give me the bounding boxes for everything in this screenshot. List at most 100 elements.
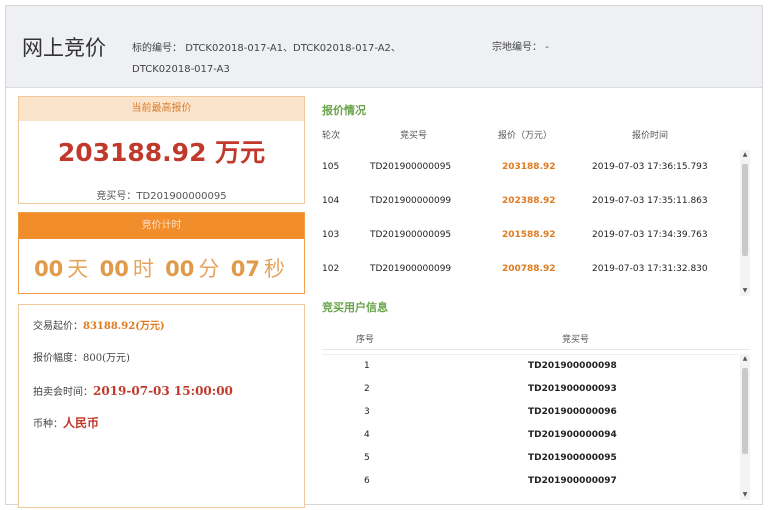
scroll-down-icon[interactable]: ▼	[740, 490, 750, 500]
scroll-down-icon[interactable]: ▼	[740, 286, 750, 296]
auction-time-label: 拍卖会时间：	[33, 387, 93, 398]
buyer-index: 4	[364, 430, 370, 440]
currency-value: 人民币	[63, 416, 100, 430]
bids-table-body[interactable]: 105 TD201900000095 203188.92 2019-07-03 …	[322, 150, 742, 296]
buyers-table-header: 序号 竞买号	[322, 328, 750, 350]
land-label: 宗地编号：	[492, 42, 542, 53]
auction-time-row: 拍卖会时间：2019-07-03 15:00:00	[33, 383, 290, 415]
bid-time: 2019-07-03 17:31:32.830	[592, 264, 708, 274]
subject-value-line2: DTCK02018-017-A3	[132, 64, 230, 75]
start-price-unit: (万元)	[135, 321, 165, 332]
start-price-label: 交易起价：	[33, 321, 83, 332]
bid-time: 2019-07-03 17:36:15.793	[592, 162, 708, 172]
scroll-up-icon[interactable]: ▲	[740, 354, 750, 364]
countdown-panel: 竞价计时 00 天 00 时 00 分 07 秒	[18, 212, 305, 294]
col-buyer-id: 竞买号	[562, 335, 590, 345]
buyer-id: TD201900000093	[528, 384, 617, 394]
current-highest-bid-panel: 当前最高报价 203188.92 万元 竞买号：TD201900000095	[18, 96, 305, 204]
buyers-scrollbar[interactable]: ▲ ▼	[740, 354, 750, 500]
bid-buyer: TD201900000095	[370, 230, 452, 240]
scrollbar-thumb[interactable]	[742, 368, 748, 454]
currency-label: 币种：	[33, 419, 63, 430]
bids-section-title: 报价情况	[322, 104, 366, 117]
table-row: 104 TD201900000099 202388.92 2019-07-03 …	[322, 184, 742, 218]
buyer-id: TD201900000095	[528, 453, 617, 463]
buyers-table-body[interactable]: 1 TD201900000098 2 TD201900000093 3 TD20190…	[322, 354, 738, 500]
bid-price: 200788.92	[502, 264, 556, 274]
subject-value-line1: DTCK02018-017-A1、DTCK02018-017-A2、	[185, 43, 401, 54]
col-buyer: 竞买号	[400, 131, 428, 141]
current-bid-heading: 当前最高报价	[19, 97, 304, 121]
bid-round: 104	[322, 196, 340, 206]
bid-round: 103	[322, 230, 340, 240]
table-row: 102 TD201900000099 200788.92 2019-07-03 …	[322, 252, 742, 286]
buyer-index: 1	[364, 361, 370, 371]
buyer-id: TD201900000096	[528, 407, 617, 417]
buyer-index: 2	[364, 384, 370, 394]
buyer-id: TD201900000098	[528, 361, 617, 371]
bid-step-row: 报价幅度：800(万元)	[33, 351, 290, 383]
countdown-heading: 竞价计时	[19, 213, 304, 239]
table-row: 6 TD201900000097	[322, 470, 738, 493]
bid-buyer: TD201900000099	[370, 196, 452, 206]
table-row: 103 TD201900000095 201588.92 2019-07-03 …	[322, 218, 742, 252]
minutes-unit: 分	[198, 257, 220, 281]
current-bid-price: 203188.92 万元	[57, 138, 266, 167]
hours-unit: 时	[132, 257, 154, 281]
scrollbar-thumb[interactable]	[742, 164, 748, 256]
table-row: 2 TD201900000093	[322, 378, 738, 401]
buyer-label: 竞买号：	[96, 191, 137, 202]
buyer-id: TD201900000094	[528, 430, 617, 440]
buyer-index: 6	[364, 476, 370, 486]
bid-buyer: TD201900000095	[370, 162, 452, 172]
subject-number: 标的编号： DTCK02018-017-A1、DTCK02018-017-A2、…	[132, 38, 492, 80]
bid-price: 202388.92	[502, 196, 556, 206]
buyer-id: TD201900000097	[528, 476, 617, 486]
bid-buyer: TD201900000099	[370, 264, 452, 274]
currency-row: 币种：人民币	[33, 415, 290, 447]
start-price-row: 交易起价：83188.92(万元)	[33, 319, 290, 351]
land-number: 宗地编号： -	[492, 38, 549, 53]
table-row: 4 TD201900000094	[322, 424, 738, 447]
bid-round: 105	[322, 162, 340, 172]
buyer-value: TD201900000095	[136, 191, 227, 202]
bid-step-unit: (万元)	[102, 353, 130, 364]
buyer-index: 3	[364, 407, 370, 417]
auction-info-panel: 交易起价：83188.92(万元) 报价幅度：800(万元) 拍卖会时间：201…	[18, 304, 305, 508]
bid-time: 2019-07-03 17:34:39.763	[592, 230, 708, 240]
start-price-value: 83188.92	[83, 321, 136, 332]
countdown-timer: 00 天 00 时 00 分 07 秒	[19, 253, 304, 283]
table-row: 105 TD201900000095 203188.92 2019-07-03 …	[322, 150, 742, 184]
buyer-index: 5	[364, 453, 370, 463]
current-bid-buyer: 竞买号：TD201900000095	[19, 187, 304, 202]
hours-value: 00	[99, 257, 129, 281]
days-unit: 天	[67, 257, 89, 281]
seconds-unit: 秒	[263, 257, 285, 281]
page-header: 网上竞价 标的编号： DTCK02018-017-A1、DTCK02018-01…	[6, 6, 762, 88]
table-row: 5 TD201900000095	[322, 447, 738, 470]
bids-scrollbar[interactable]: ▲ ▼	[740, 150, 750, 296]
buyers-section-title: 竞买用户信息	[322, 301, 388, 314]
table-row: 3 TD201900000096	[322, 401, 738, 424]
col-price: 报价（万元）	[498, 131, 553, 141]
bid-round: 102	[322, 264, 340, 274]
col-round: 轮次	[322, 131, 341, 141]
bid-price: 201588.92	[502, 230, 556, 240]
bid-step-value: 800	[83, 353, 103, 364]
bid-time: 2019-07-03 17:35:11.863	[592, 196, 708, 206]
scroll-up-icon[interactable]: ▲	[740, 150, 750, 160]
col-time: 报价时间	[632, 131, 669, 141]
days-value: 00	[34, 257, 64, 281]
bids-table-header: 轮次 竞买号 报价（万元） 报价时间	[322, 128, 750, 148]
page-title: 网上竞价	[22, 36, 106, 60]
auction-window: 网上竞价 标的编号： DTCK02018-017-A1、DTCK02018-01…	[5, 5, 763, 508]
table-row: 1 TD201900000098	[322, 355, 738, 378]
seconds-value: 07	[230, 257, 260, 281]
land-value: -	[545, 42, 549, 53]
bid-price: 203188.92	[502, 162, 556, 172]
subject-label: 标的编号：	[132, 43, 182, 54]
bid-step-label: 报价幅度：	[33, 353, 83, 364]
col-index: 序号	[356, 335, 375, 345]
auction-time-value: 2019-07-03 15:00:00	[93, 384, 233, 398]
minutes-value: 00	[165, 257, 195, 281]
